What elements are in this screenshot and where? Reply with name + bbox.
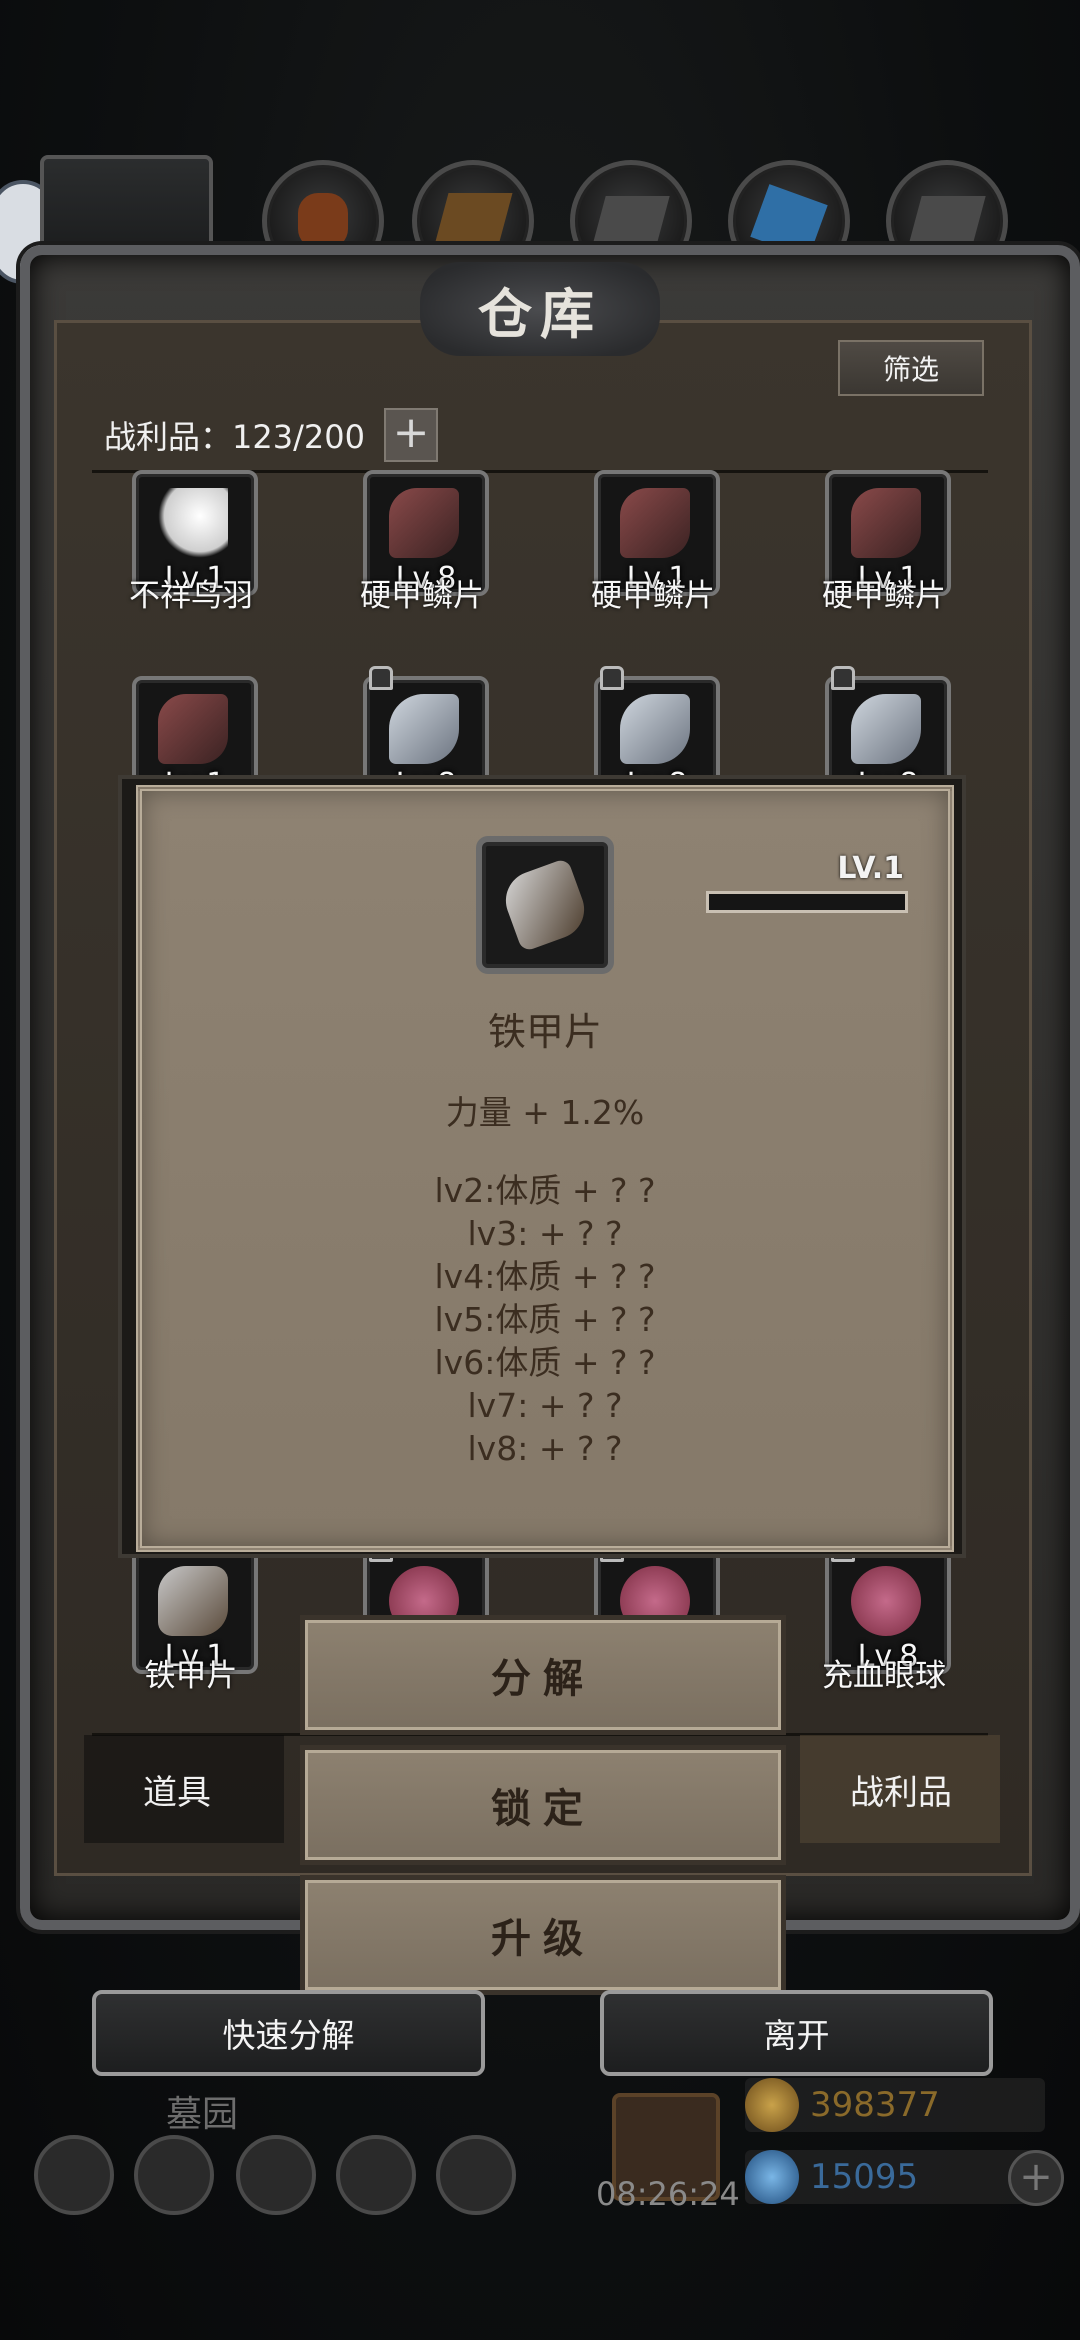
tab-loot[interactable]: 战利品 [850,1765,952,1814]
filter-button[interactable]: 筛选 [838,340,984,396]
expand-capacity-button[interactable]: + [384,408,438,462]
level-bonus: lv5:体质 + ? ? [434,1300,656,1339]
blade-icon [620,694,690,764]
level-bonus-list: lv2:体质 + ? ? lv3: + ? ? lv4:体质 + ? ? lv5… [142,1169,948,1470]
item-title: 铁甲片 [487,1010,602,1054]
blade-icon [851,694,921,764]
skill-icon[interactable] [134,2135,214,2215]
upgrade-button[interactable]: 升级 [300,1875,786,1995]
mail-icon[interactable] [336,2135,416,2215]
scale-icon [620,488,690,558]
feather-icon [158,488,228,558]
gold-coin-icon [745,2078,799,2132]
shield-icon [433,193,513,249]
item-icon-frame [476,836,614,974]
add-currency-button[interactable]: + [1008,2150,1064,2206]
settings-icon[interactable] [34,2135,114,2215]
decompose-button[interactable]: 分解 [300,1615,786,1735]
loot-count-label: 战利品：123/200 [104,418,365,456]
gold-amount: 398377 [810,2085,940,2125]
item-detail-popup: LV.1 铁甲片 力量 + 1.2% lv2:体质 + ? ? lv3: + ?… [136,785,954,1552]
lock-icon [600,666,624,690]
level-bonus: lv8: + ? ? [467,1429,623,1468]
gem-amount: 15095 [810,2157,919,2197]
map-icon[interactable] [436,2135,516,2215]
clock: 08:26:24 [596,2175,740,2213]
level-bonus: lv2:体质 + ? ? [434,1171,656,1210]
scale-icon [851,488,921,558]
armor-icon [592,196,670,246]
panel-title: 仓库 [420,262,660,356]
castle-icon[interactable] [236,2135,316,2215]
pouch-icon [298,193,348,249]
item-name: 硬甲鳞片 [591,578,715,614]
scale-icon [158,694,228,764]
quick-decompose-button[interactable]: 快速分解 [92,1990,485,2076]
gem-icon [745,2150,799,2204]
level-bonus: lv4:体质 + ? ? [434,1257,656,1296]
item-name: 不祥鸟羽 [129,578,253,614]
tab-items[interactable]: 道具 [143,1765,211,1814]
item-level-label: LV.1 [837,851,904,886]
iron-plate-icon [497,857,593,953]
item-name: 硬甲鳞片 [360,578,484,614]
item-name: 硬甲鳞片 [822,578,946,614]
level-bonus: lv6:体质 + ? ? [434,1343,656,1382]
lock-button[interactable]: 锁定 [300,1745,786,1865]
item-name: 铁甲片 [144,1658,238,1694]
lock-icon [369,666,393,690]
leave-button[interactable]: 离开 [600,1990,993,2076]
scale-icon [389,488,459,558]
blade-icon [389,694,459,764]
lock-icon [831,666,855,690]
location-label: 墓园 [166,2094,239,2135]
level-bonus: lv3: + ? ? [467,1214,623,1253]
experience-bar [706,891,908,913]
iron-plate-icon [158,1566,228,1636]
level-bonus: lv7: + ? ? [467,1386,623,1425]
item-stat: 力量 + 1.2% [445,1093,645,1132]
item-name: 充血眼球 [822,1658,946,1694]
boots-icon [908,196,986,246]
eyeball-icon [851,1566,921,1636]
